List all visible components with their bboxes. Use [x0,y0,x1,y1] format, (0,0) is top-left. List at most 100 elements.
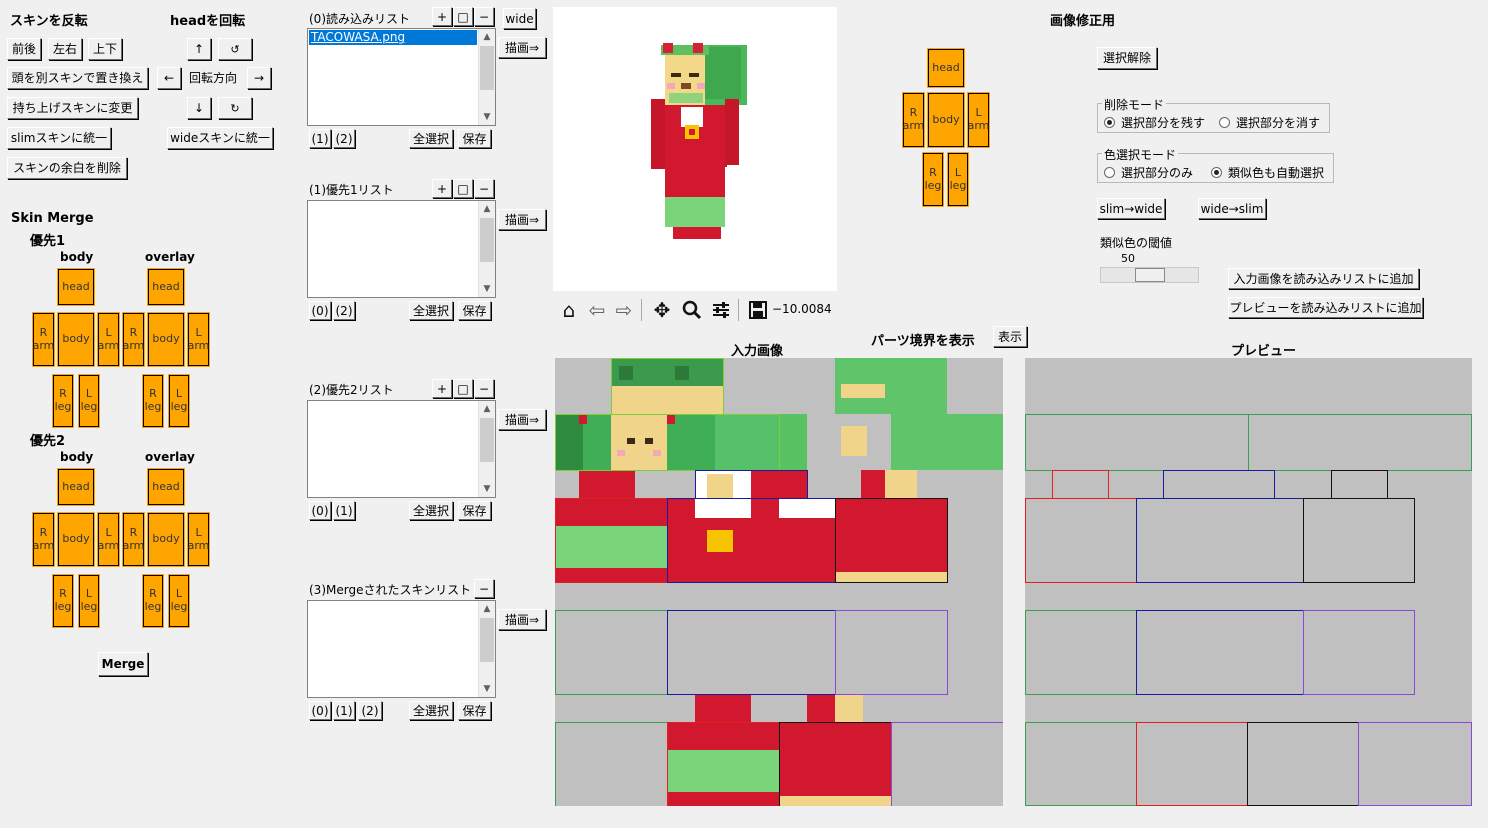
rotate-up-button[interactable]: ↑ [187,38,211,60]
flip-front-back-button[interactable]: 前後 [7,38,41,60]
save-disk-icon[interactable] [745,297,771,323]
list2-draw-button[interactable]: 描画⇒ [498,409,546,430]
scroll-down-icon[interactable]: ▼ [479,281,495,297]
flip-left-right-button[interactable]: 左右 [48,38,82,60]
rotate-down-button[interactable]: ↓ [187,97,211,119]
list0-save-button[interactable]: 保存 [458,129,491,148]
deselect-button[interactable]: 選択解除 [1097,47,1157,69]
p1-overlay-head-part[interactable]: head [147,268,185,306]
threshold-slider[interactable] [1100,267,1199,283]
list-item[interactable]: TACOWASA.png [309,30,477,45]
p1-overlay-body-part[interactable]: body [147,312,185,367]
list2-remove-button[interactable]: − [474,379,494,398]
pan-move-icon[interactable]: ✥ [649,297,675,323]
list0-select-all-button[interactable]: 全選択 [409,129,453,148]
p1-body-body-part[interactable]: body [57,312,95,367]
p2-body-rarm-part[interactable]: R arm [32,512,55,567]
edit-rarm-part[interactable]: R arm [902,92,925,148]
edit-body-part[interactable]: body [927,92,965,148]
edit-rleg-part[interactable]: R leg [922,152,944,207]
scroll-up-icon[interactable]: ▲ [479,201,495,217]
list0-scrollbar[interactable]: ▲ ▼ [478,29,495,125]
input-image-canvas[interactable] [555,358,1003,806]
keep-selection-radio[interactable]: 選択部分を残す [1104,114,1205,131]
list3-scrollbar[interactable]: ▲ ▼ [478,601,495,697]
scroll-down-icon[interactable]: ▼ [479,109,495,125]
list2-scrollbar[interactable]: ▲ ▼ [478,401,495,497]
list1-select-all-button[interactable]: 全選択 [409,301,453,320]
list0-square-button[interactable]: □ [453,7,473,26]
p2-overlay-rleg-part[interactable]: R leg [142,574,164,628]
rotate-left-button[interactable]: ← [157,67,181,89]
p2-overlay-head-part[interactable]: head [147,468,185,506]
slim-unify-button[interactable]: slimスキンに統一 [7,127,111,149]
list0-draw-button[interactable]: 描画⇒ [498,37,546,58]
p2-body-body-part[interactable]: body [57,512,95,567]
p2-overlay-body-part[interactable]: body [147,512,185,567]
p1-body-rarm-part[interactable]: R arm [32,312,55,367]
list2-add-button[interactable]: + [432,379,452,398]
list0-listbox[interactable]: TACOWASA.png ▲ ▼ [307,28,496,126]
p1-body-head-part[interactable]: head [57,268,95,306]
p2-body-head-part[interactable]: head [57,468,95,506]
list1-tab-0[interactable]: (0) [309,301,331,320]
list3-select-all-button[interactable]: 全選択 [409,701,453,720]
forward-arrow-icon[interactable]: ⇨ [611,297,637,323]
list3-tab-0[interactable]: (0) [309,701,331,720]
list2-select-all-button[interactable]: 全選択 [409,501,453,520]
p2-overlay-rarm-part[interactable]: R arm [122,512,145,567]
list2-tab-1[interactable]: (1) [333,501,355,520]
p1-overlay-rarm-part[interactable]: R arm [122,312,145,367]
erase-selection-radio[interactable]: 選択部分を消す [1219,114,1320,131]
replace-head-button[interactable]: 頭を別スキンで置き換え [7,67,148,89]
edit-lleg-part[interactable]: L leg [947,152,969,207]
list3-remove-button[interactable]: − [474,579,494,598]
list1-scrollbar[interactable]: ▲ ▼ [478,201,495,297]
edit-larm-part[interactable]: L arm [967,92,990,148]
rotate-right-button[interactable]: → [247,67,271,89]
p2-overlay-larm-part[interactable]: L arm [187,512,210,567]
p1-body-lleg-part[interactable]: L leg [78,374,100,428]
raised-skin-button[interactable]: 持ち上げスキンに変更 [7,97,138,119]
list3-tab-1[interactable]: (1) [333,701,355,720]
list0-remove-button[interactable]: − [474,7,494,26]
scroll-down-icon[interactable]: ▼ [479,681,495,697]
trim-margin-button[interactable]: スキンの余白を削除 [7,157,127,179]
p1-overlay-rleg-part[interactable]: R leg [142,374,164,428]
list2-listbox[interactable]: ▲ ▼ [307,400,496,498]
list0-tab-1[interactable]: (1) [309,129,331,148]
selection-only-radio[interactable]: 選択部分のみ [1104,164,1193,181]
add-input-to-list-button[interactable]: 入力画像を読み込みリストに追加 [1228,268,1419,289]
auto-similar-radio[interactable]: 類似色も自動選択 [1211,164,1324,181]
home-icon[interactable]: ⌂ [556,297,582,323]
list1-add-button[interactable]: + [432,179,452,198]
list1-listbox[interactable]: ▲ ▼ [307,200,496,298]
show-boundary-button[interactable]: 表示 [993,326,1027,347]
p2-overlay-lleg-part[interactable]: L leg [168,574,190,628]
p1-body-rleg-part[interactable]: R leg [52,374,74,428]
list3-tab-2[interactable]: (2) [358,701,382,720]
back-arrow-icon[interactable]: ⇦ [584,297,610,323]
configure-sliders-icon[interactable] [708,297,734,323]
list2-tab-0[interactable]: (0) [309,501,331,520]
rotate-ccw-button[interactable]: ↺ [218,38,252,60]
edit-head-part[interactable]: head [927,48,965,88]
zoom-magnifier-icon[interactable] [679,297,705,323]
p2-body-rleg-part[interactable]: R leg [52,574,74,628]
wide-to-slim-button[interactable]: wide→slim [1198,198,1266,219]
list1-draw-button[interactable]: 描画⇒ [498,209,546,230]
list1-tab-2[interactable]: (2) [333,301,355,320]
flip-up-down-button[interactable]: 上下 [88,38,122,60]
scroll-up-icon[interactable]: ▲ [479,401,495,417]
list3-listbox[interactable]: ▲ ▼ [307,600,496,698]
p2-body-larm-part[interactable]: L arm [97,512,120,567]
list0-add-button[interactable]: + [432,7,452,26]
p2-body-lleg-part[interactable]: L leg [78,574,100,628]
scroll-down-icon[interactable]: ▼ [479,481,495,497]
wide-unify-button[interactable]: wideスキンに統一 [167,127,273,149]
list1-remove-button[interactable]: − [474,179,494,198]
add-preview-to-list-button[interactable]: プレビューを読み込みリストに追加 [1228,297,1423,318]
list0-tab-2[interactable]: (2) [333,129,355,148]
slider-thumb[interactable] [1135,268,1165,282]
p1-body-larm-part[interactable]: L arm [97,312,120,367]
